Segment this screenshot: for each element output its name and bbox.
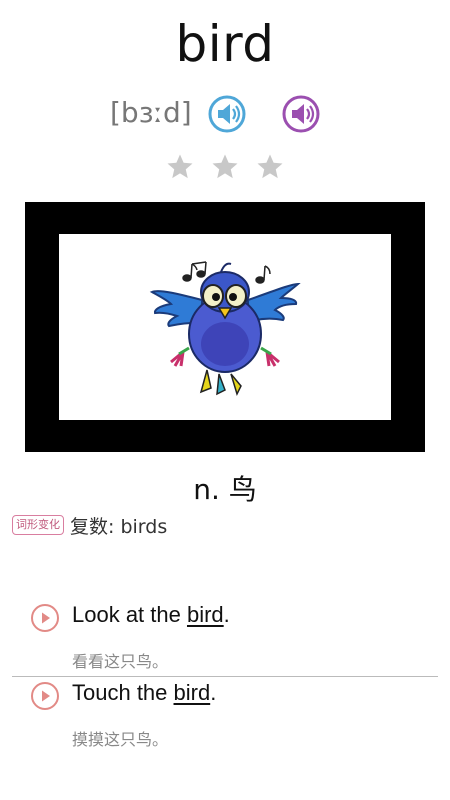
- example-keyword: bird: [186, 602, 224, 627]
- example-punct: .: [223, 602, 230, 627]
- word-meaning: n. 鸟: [193, 473, 257, 506]
- bird-illustration: [59, 234, 391, 420]
- star-icon: [212, 154, 238, 179]
- example-translation: 摸摸这只鸟。: [72, 730, 169, 749]
- star-icon: [257, 154, 283, 179]
- word-title: bird: [175, 15, 275, 73]
- play-icon[interactable]: [30, 681, 60, 711]
- us-speaker-icon[interactable]: [281, 94, 321, 134]
- uk-speaker-icon[interactable]: [207, 94, 247, 134]
- word-forms-text: 复数: birds: [70, 515, 168, 538]
- example-english: Look at the bird.: [72, 602, 230, 628]
- example-text: Touch the: [72, 680, 174, 705]
- example-text: Look at the: [72, 602, 187, 627]
- phonetic-text: [bɜːd]: [110, 96, 192, 129]
- word-forms-badge: 词形变化: [12, 515, 64, 535]
- example-english: Touch the bird.: [72, 680, 216, 706]
- divider: [12, 676, 438, 677]
- example-sentence: Touch the bird. 摸摸这只鸟。: [0, 678, 450, 749]
- play-icon[interactable]: [30, 603, 60, 633]
- example-punct: .: [210, 680, 217, 705]
- example-keyword: bird: [173, 680, 211, 705]
- difficulty-stars: [0, 152, 450, 188]
- word-illustration-frame: [25, 202, 425, 452]
- word-forms: 词形变化 复数: birds: [12, 511, 167, 539]
- example-sentence: Look at the bird. 看看这只鸟。: [0, 600, 450, 671]
- pronunciation-row: [bɜːd]: [0, 92, 450, 138]
- star-icon: [167, 154, 193, 179]
- example-translation: 看看这只鸟。: [72, 652, 169, 671]
